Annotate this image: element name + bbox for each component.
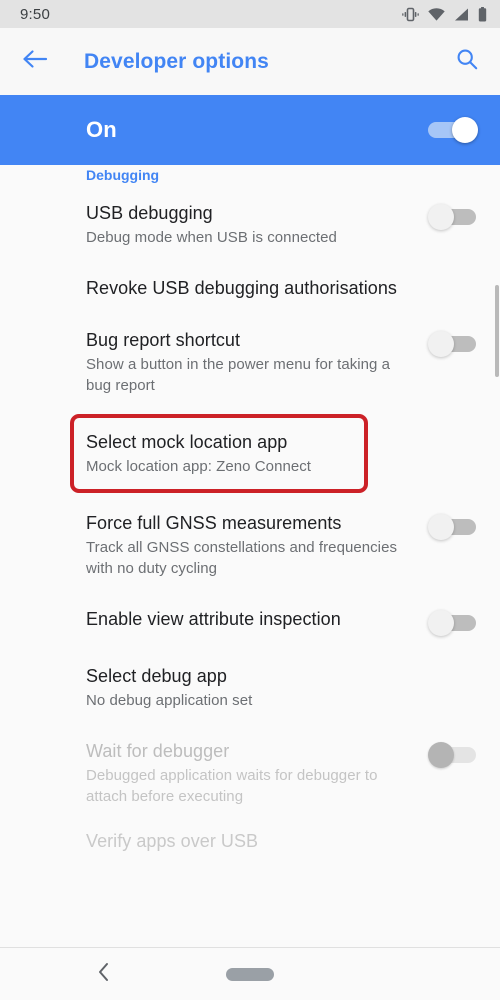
- list-item-enable-view-attribute-inspection[interactable]: Enable view attribute inspection: [0, 593, 500, 650]
- toggle-thumb: [428, 610, 454, 636]
- list-item-title: USB debugging: [86, 203, 213, 223]
- list-item-title: Bug report shortcut: [86, 330, 241, 350]
- list-item-text: Select debug app No debug application se…: [86, 664, 476, 711]
- master-switch-toggle[interactable]: [426, 116, 478, 144]
- list-item-text: USB debugging Debug mode when USB is con…: [86, 201, 428, 248]
- page-title: Developer options: [84, 49, 269, 73]
- list-item-subtitle: Debug mode when USB is connected: [86, 229, 337, 246]
- cellular-signal-icon: [454, 8, 469, 21]
- list-item-wait-for-debugger: Wait for debugger Debugged application w…: [0, 725, 500, 821]
- list-item-bug-report-shortcut[interactable]: Bug report shortcut Show a button in the…: [0, 314, 500, 410]
- settings-list-content: Debugging USB debugging Debug mode when …: [0, 165, 500, 865]
- master-switch-label: On: [86, 117, 117, 142]
- battery-icon: [478, 6, 487, 22]
- list-item-title: Verify apps over USB: [86, 831, 259, 851]
- toggle-wait-for-debugger: [428, 742, 476, 768]
- list-item-text: Bug report shortcut Show a button in the…: [86, 328, 428, 396]
- list-item-subtitle: Show a button in the power menu for taki…: [86, 356, 391, 394]
- system-navigation-bar: [0, 948, 500, 1000]
- back-arrow-icon: [22, 48, 48, 75]
- list-item-title: Enable view attribute inspection: [86, 609, 341, 629]
- list-item-select-mock-location-app[interactable]: Select mock location app Mock location a…: [0, 416, 500, 491]
- toggle-force-full-gnss-measurements[interactable]: [428, 514, 476, 540]
- wifi-icon: [428, 7, 445, 21]
- list-item-text: Revoke USB debugging authorisations: [86, 276, 476, 300]
- toggle-thumb: [428, 331, 454, 357]
- status-icon-group: [402, 6, 487, 22]
- toggle-usb-debugging[interactable]: [428, 204, 476, 230]
- list-item-subtitle: Debugged application waits for debugger …: [86, 767, 378, 805]
- search-button[interactable]: [452, 47, 482, 77]
- list-item-title: Force full GNSS measurements: [86, 513, 342, 533]
- nav-home-pill-icon[interactable]: [226, 967, 274, 981]
- settings-list[interactable]: Debugging USB debugging Debug mode when …: [0, 165, 500, 947]
- list-item-select-debug-app[interactable]: Select debug app No debug application se…: [0, 650, 500, 725]
- status-clock: 9:50: [20, 5, 50, 23]
- status-bar: 9:50: [0, 0, 500, 28]
- list-item-text: Verify apps over USB: [86, 829, 476, 853]
- master-switch-banner[interactable]: On: [0, 95, 500, 165]
- list-item-subtitle: No debug application set: [86, 692, 253, 709]
- section-header-debugging: Debugging: [86, 167, 160, 183]
- list-item-force-full-gnss-measurements[interactable]: Force full GNSS measurements Track all G…: [0, 497, 500, 593]
- master-switch-thumb: [452, 117, 478, 143]
- list-item-text: Force full GNSS measurements Track all G…: [86, 511, 428, 579]
- list-item-title: Select mock location app: [86, 432, 288, 452]
- scrollbar-thumb[interactable]: [495, 285, 499, 377]
- phone-screen: 9:50 Developer options On Debugging USB …: [0, 0, 500, 1000]
- list-item-title: Wait for debugger: [86, 741, 230, 761]
- list-item-verify-apps-over-usb[interactable]: Verify apps over USB: [0, 821, 500, 865]
- app-bar: Developer options: [0, 28, 500, 95]
- list-item-title: Select debug app: [86, 666, 227, 686]
- list-item-usb-debugging[interactable]: USB debugging Debug mode when USB is con…: [0, 187, 500, 262]
- vibrate-icon: [402, 7, 419, 22]
- list-item-subtitle: Mock location app: Zeno Connect: [86, 458, 312, 475]
- list-item-subtitle: Track all GNSS constellations and freque…: [86, 539, 398, 577]
- list-item-text: Wait for debugger Debugged application w…: [86, 739, 428, 807]
- list-item-text: Enable view attribute inspection: [86, 607, 428, 631]
- toggle-thumb: [428, 514, 454, 540]
- nav-back-chevron-icon: [95, 961, 113, 988]
- list-item-title: Revoke USB debugging authorisations: [86, 278, 397, 298]
- list-item-text: Select mock location app Mock location a…: [86, 430, 476, 477]
- toggle-bug-report-shortcut[interactable]: [428, 331, 476, 357]
- toggle-enable-view-attribute-inspection[interactable]: [428, 610, 476, 636]
- toggle-thumb: [428, 742, 454, 768]
- toggle-thumb: [428, 204, 454, 230]
- search-icon: [455, 47, 479, 76]
- back-button[interactable]: [20, 47, 50, 77]
- nav-back-button[interactable]: [88, 958, 120, 990]
- list-item-revoke-usb-debugging-authorisations[interactable]: Revoke USB debugging authorisations: [0, 262, 500, 314]
